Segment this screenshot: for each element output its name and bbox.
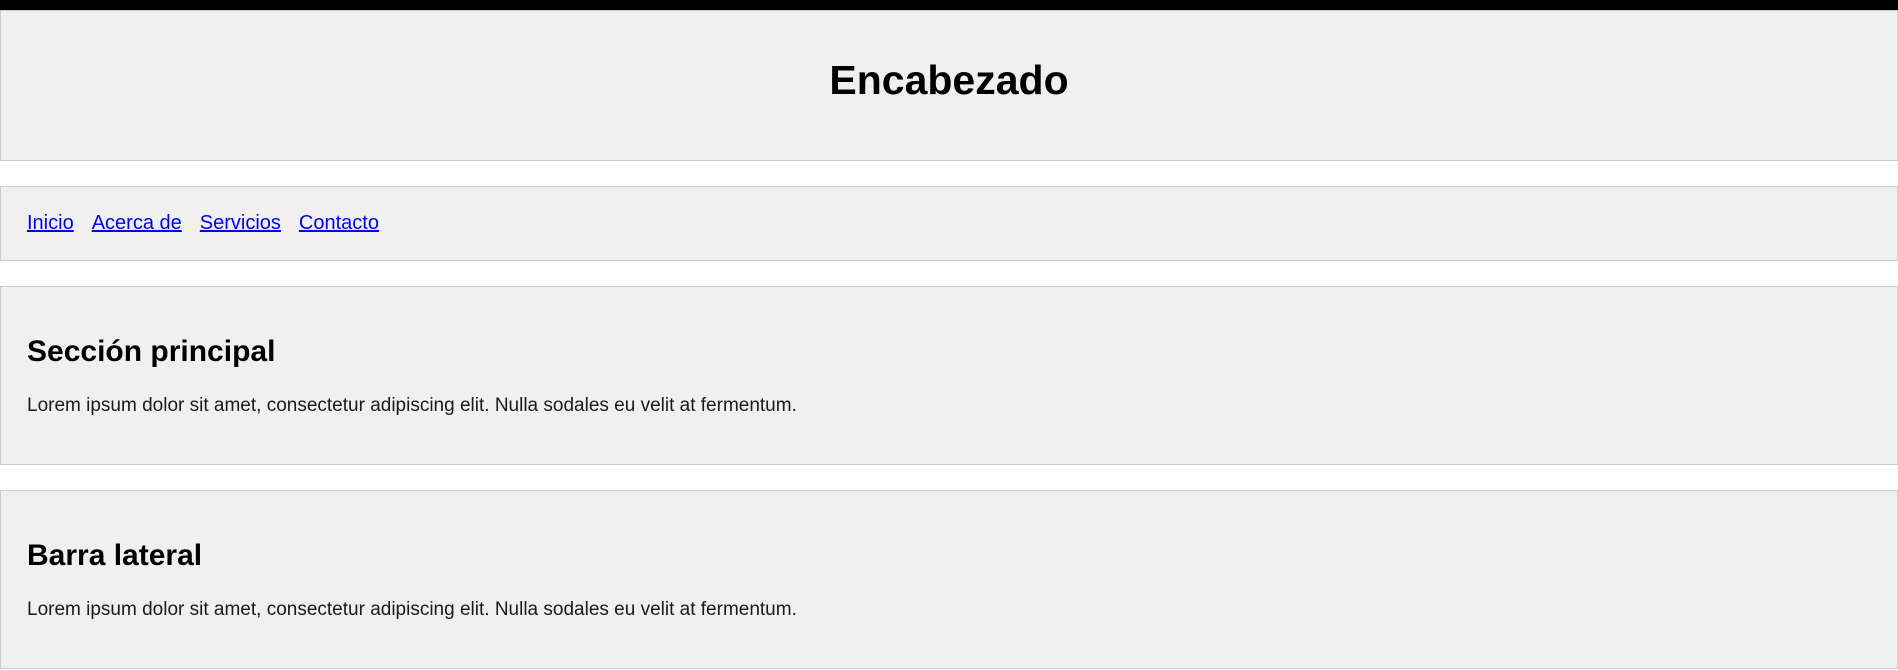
navigation-bar: Inicio Acerca de Servicios Contacto [0,186,1898,261]
nav-link-inicio[interactable]: Inicio [27,212,74,235]
nav-link-acerca-de[interactable]: Acerca de [92,212,182,235]
main-section-text: Lorem ipsum dolor sit amet, consectetur … [27,395,797,416]
sidebar-section: Barra lateral Lorem ipsum dolor sit amet… [0,490,1898,669]
main-section-heading: Sección principal [27,335,276,368]
nav-link-servicios[interactable]: Servicios [200,212,281,235]
page-header: Encabezado [0,10,1898,161]
page-title: Encabezado [829,57,1069,103]
nav-link-contacto[interactable]: Contacto [299,212,379,235]
main-section: Sección principal Lorem ipsum dolor sit … [0,286,1898,465]
sidebar-text: Lorem ipsum dolor sit amet, consectetur … [27,599,797,620]
top-bar [0,0,1898,10]
sidebar-heading: Barra lateral [27,539,203,572]
